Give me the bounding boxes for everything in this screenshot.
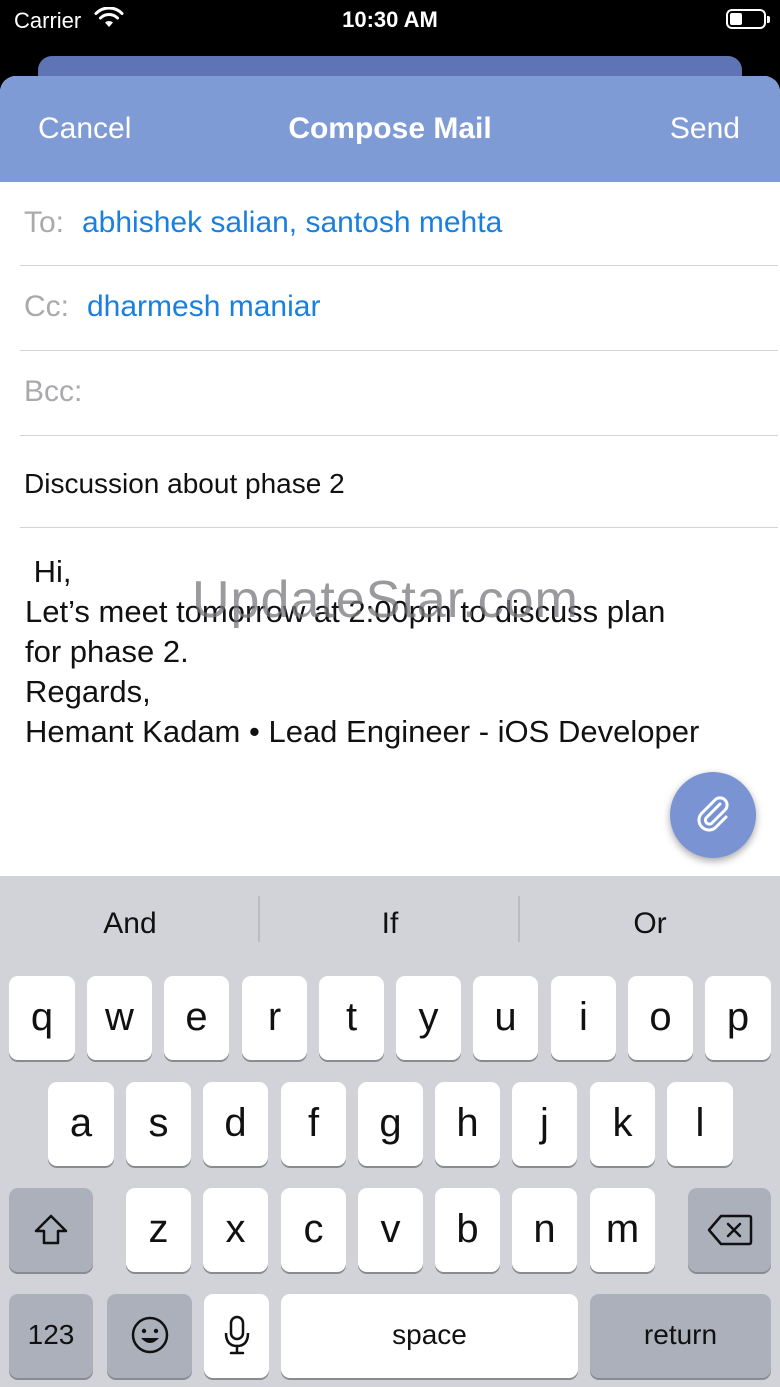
key-e[interactable]: e	[164, 976, 229, 1060]
key-k[interactable]: k	[590, 1082, 655, 1166]
bcc-label: Bcc:	[24, 375, 83, 408]
backspace-key[interactable]	[688, 1188, 771, 1272]
watermark: UpdateStar.com	[192, 571, 579, 629]
cc-label: Cc:	[24, 290, 69, 323]
key-q[interactable]: q	[9, 976, 75, 1060]
body-line: for phase 2.	[25, 634, 189, 669]
keyboard: And If Or q w e r t y u i o p a s d f g …	[0, 876, 780, 1387]
bcc-field[interactable]: Bcc:	[20, 351, 778, 436]
return-key[interactable]: return	[590, 1294, 771, 1378]
key-w[interactable]: w	[87, 976, 152, 1060]
emoji-key[interactable]	[107, 1294, 192, 1378]
suggestion-or[interactable]: Or	[520, 876, 780, 968]
key-f[interactable]: f	[281, 1082, 346, 1166]
key-v[interactable]: v	[358, 1188, 423, 1272]
key-m[interactable]: m	[590, 1188, 655, 1272]
send-button[interactable]: Send	[670, 112, 740, 146]
backspace-icon	[707, 1214, 752, 1246]
key-u[interactable]: u	[473, 976, 538, 1060]
status-time: 10:30 AM	[342, 7, 438, 32]
suggestion-bar: And If Or	[0, 876, 780, 968]
key-h[interactable]: h	[435, 1082, 500, 1166]
to-field[interactable]: To: abhishek salian, santosh mehta	[20, 182, 778, 266]
paperclip-icon	[697, 796, 729, 832]
attach-button[interactable]	[670, 772, 756, 858]
status-bar: Carrier 10:30 AM	[0, 0, 780, 40]
subject-text[interactable]: Discussion about phase 2	[24, 468, 345, 500]
subject-field[interactable]: Discussion about phase 2	[20, 436, 778, 528]
body-line: Hemant Kadam • Lead Engineer - iOS Devel…	[25, 714, 700, 749]
key-d[interactable]: d	[203, 1082, 268, 1166]
key-l[interactable]: l	[667, 1082, 733, 1166]
shift-icon	[34, 1214, 68, 1245]
cc-field[interactable]: Cc: dharmesh maniar	[20, 266, 778, 351]
navigation-bar: Cancel Compose Mail Send	[0, 76, 780, 182]
key-t[interactable]: t	[319, 976, 384, 1060]
to-recipients[interactable]: abhishek salian, santosh mehta	[82, 206, 502, 240]
compose-form: To: abhishek salian, santosh mehta Cc: d…	[2, 182, 778, 876]
key-s[interactable]: s	[126, 1082, 191, 1166]
shift-key[interactable]	[9, 1188, 93, 1272]
key-b[interactable]: b	[435, 1188, 500, 1272]
key-z[interactable]: z	[126, 1188, 191, 1272]
cc-recipients[interactable]: dharmesh maniar	[87, 290, 320, 324]
battery-icon	[726, 9, 770, 29]
page-title: Compose Mail	[288, 112, 492, 145]
to-label: To:	[24, 206, 65, 239]
suggestion-if[interactable]: If	[260, 876, 520, 968]
emoji-icon	[131, 1316, 168, 1354]
key-p[interactable]: p	[705, 976, 771, 1060]
key-i[interactable]: i	[551, 976, 616, 1060]
key-a[interactable]: a	[48, 1082, 114, 1166]
suggestion-and[interactable]: And	[0, 876, 260, 968]
key-y[interactable]: y	[396, 976, 461, 1060]
key-r[interactable]: r	[242, 976, 307, 1060]
key-j[interactable]: j	[512, 1082, 577, 1166]
microphone-key[interactable]	[204, 1294, 269, 1378]
numbers-key[interactable]: 123	[9, 1294, 93, 1378]
key-x[interactable]: x	[203, 1188, 268, 1272]
key-g[interactable]: g	[358, 1082, 423, 1166]
microphone-icon	[224, 1315, 249, 1355]
body-line: Regards,	[25, 674, 151, 709]
key-n[interactable]: n	[512, 1188, 577, 1272]
key-c[interactable]: c	[281, 1188, 346, 1272]
space-key[interactable]: space	[281, 1294, 578, 1378]
key-o[interactable]: o	[628, 976, 693, 1060]
